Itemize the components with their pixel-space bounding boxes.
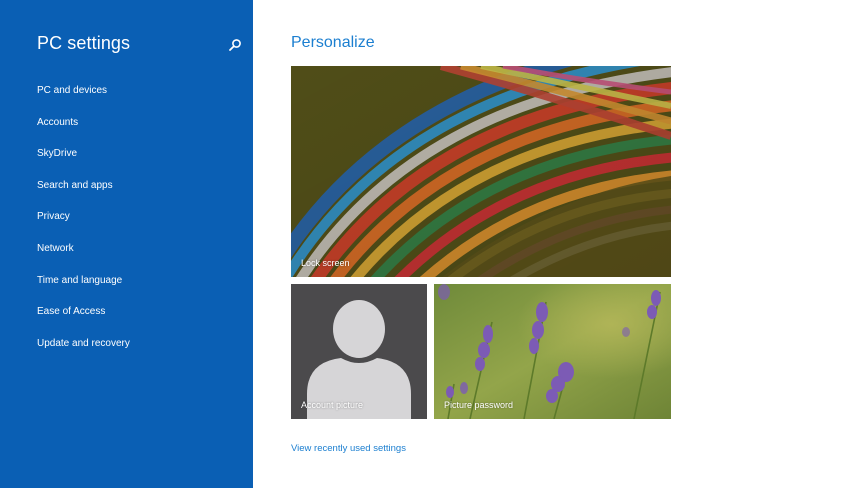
picture-password-image: [434, 284, 671, 419]
pc-settings-window: PC settings PC and devices Accounts SkyD…: [0, 0, 868, 488]
sidebar-item-network[interactable]: Network: [37, 238, 130, 270]
sidebar-nav: PC and devices Accounts SkyDrive Search …: [37, 80, 130, 364]
account-picture-label: Account picture: [301, 400, 364, 410]
lock-screen-image: [291, 66, 671, 277]
account-picture-tile[interactable]: Account picture: [291, 284, 427, 419]
sidebar-item-time-and-language[interactable]: Time and language: [37, 270, 130, 302]
view-recent-settings-link[interactable]: View recently used settings: [291, 443, 406, 454]
sidebar-title: PC settings: [37, 33, 131, 53]
picture-password-label: Picture password: [444, 400, 514, 410]
user-silhouette-icon: [291, 284, 427, 419]
sidebar-item-accounts[interactable]: Accounts: [37, 112, 130, 144]
sidebar-item-pc-and-devices[interactable]: PC and devices: [37, 80, 130, 112]
picture-password-tile[interactable]: Picture password: [434, 284, 671, 419]
sidebar: PC settings PC and devices Accounts SkyD…: [0, 0, 253, 488]
sidebar-item-ease-of-access[interactable]: Ease of Access: [37, 301, 130, 333]
lock-screen-label: Lock screen: [301, 258, 350, 268]
lock-screen-tile[interactable]: Lock screen: [291, 66, 671, 277]
sidebar-item-skydrive[interactable]: SkyDrive: [37, 143, 130, 175]
page-title: Personalize: [291, 34, 375, 51]
sidebar-item-update-and-recovery[interactable]: Update and recovery: [37, 333, 130, 365]
sidebar-item-privacy[interactable]: Privacy: [37, 206, 130, 238]
search-icon[interactable]: [228, 38, 242, 52]
sidebar-item-search-and-apps[interactable]: Search and apps: [37, 175, 130, 207]
